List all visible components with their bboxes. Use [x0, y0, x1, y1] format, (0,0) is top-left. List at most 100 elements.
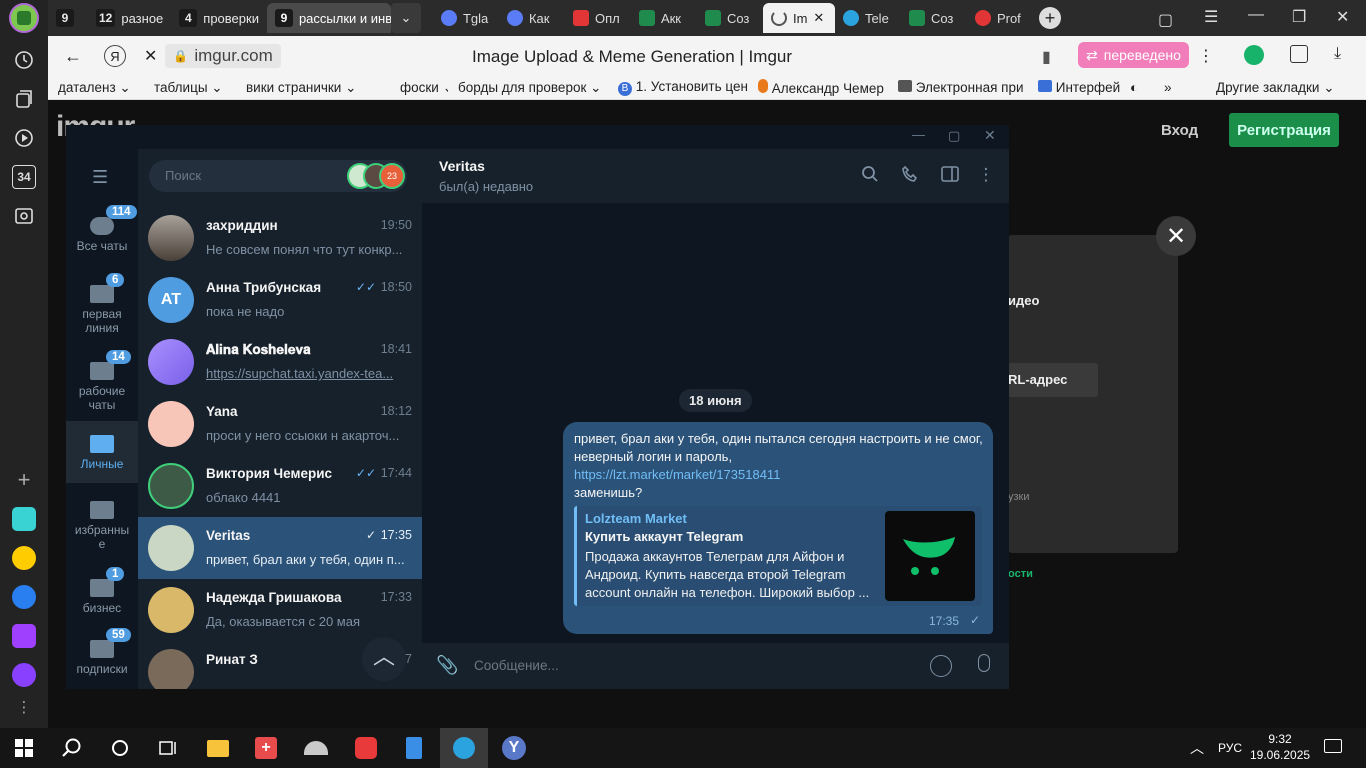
- telegram-taskbar-icon[interactable]: [440, 728, 488, 768]
- video-icon[interactable]: [12, 126, 36, 150]
- search-icon[interactable]: [48, 728, 96, 768]
- yandex-icon[interactable]: Я: [104, 45, 126, 67]
- tg-minimize-icon[interactable]: —: [912, 127, 925, 142]
- chat-item[interactable]: 𝐀𝐥𝐢𝐧𝐚 𝐊𝐨𝐬𝐡𝐞𝐥𝐞𝐯𝐚 18:41 https://supchat.ta…: [138, 331, 422, 393]
- tab-group-1[interactable]: 9: [48, 3, 88, 33]
- history-icon[interactable]: [12, 48, 36, 72]
- link-preview[interactable]: Lolzteam Market Купить аккаунт Telegram …: [574, 506, 982, 606]
- close-tab-icon[interactable]: ✕: [813, 10, 824, 26]
- bookmark-fav-icon[interactable]: ◐: [1120, 80, 1154, 95]
- tab-9[interactable]: Prof: [967, 3, 1033, 33]
- more-options-icon[interactable]: ⋮: [976, 165, 996, 185]
- message-link[interactable]: https://lzt.market/market/173518411: [574, 467, 780, 482]
- app-kinopoisk-icon[interactable]: [12, 507, 36, 531]
- folder-all-chats[interactable]: 114 Все чаты: [66, 205, 138, 277]
- collections-icon[interactable]: [12, 87, 36, 111]
- tg-close-icon[interactable]: ✕: [984, 127, 996, 144]
- bookmark-link[interactable]: Электронная при: [888, 80, 1028, 95]
- more-icon[interactable]: ⋮: [1198, 46, 1214, 66]
- attach-icon[interactable]: 📎: [436, 655, 458, 676]
- tab-groups-dropdown[interactable]: ⌄: [390, 3, 421, 33]
- other-bookmarks[interactable]: Другие закладки ⌄: [1206, 80, 1345, 96]
- folder-business[interactable]: 1 бизнес: [66, 567, 138, 629]
- extensions-icon[interactable]: [1290, 45, 1308, 63]
- sidebar-toggle-icon[interactable]: [940, 165, 960, 185]
- calendar-counter-icon[interactable]: 34: [12, 165, 36, 189]
- minimize-icon[interactable]: —: [1248, 6, 1264, 24]
- restore-icon[interactable]: ❐: [1292, 7, 1306, 27]
- chat-item-selected[interactable]: Veritas ✓ 17:35 привет, брал аки у тебя,…: [138, 517, 422, 579]
- windows-start-icon[interactable]: [0, 728, 48, 768]
- cortana-icon[interactable]: [96, 728, 144, 768]
- vivaldi-icon[interactable]: [342, 728, 390, 768]
- tg-maximize-icon[interactable]: ▢: [948, 128, 960, 144]
- close-modal-icon[interactable]: ✕: [1156, 216, 1196, 256]
- chat-item[interactable]: Виктория Чемерис ✓✓ 17:44 облако 4441: [138, 455, 422, 517]
- chat-item[interactable]: Yana 18:12 проси у него ссыоки н акарточ…: [138, 393, 422, 455]
- bookmark-folder[interactable]: борды для проверок ⌄: [448, 80, 608, 96]
- menu-dots-icon[interactable]: ⋮: [12, 695, 36, 719]
- url-field[interactable]: 🔒 imgur.com: [165, 44, 281, 68]
- stories-avatars[interactable]: 23: [347, 163, 405, 189]
- bookmark-folder[interactable]: фоски ⌄: [390, 80, 448, 96]
- tab-8[interactable]: Соз: [901, 3, 967, 33]
- message-input[interactable]: Сообщение...: [474, 658, 559, 673]
- tab-3[interactable]: Опл: [565, 3, 631, 33]
- more-bookmarks-icon[interactable]: »: [1154, 80, 1186, 95]
- login-button[interactable]: Вход: [1161, 122, 1198, 139]
- emoji-icon[interactable]: [930, 655, 952, 677]
- calculator-icon[interactable]: [390, 728, 438, 768]
- bookmark-link[interactable]: B 1. Установить цен: [608, 79, 748, 96]
- folder-subscriptions[interactable]: 59 подписки: [66, 628, 138, 690]
- bookmark-link[interactable]: Александр Чемер: [748, 79, 888, 96]
- bookmark-icon[interactable]: ▮: [1042, 47, 1051, 67]
- search-icon[interactable]: [860, 165, 880, 185]
- screenshot-icon[interactable]: [12, 204, 36, 228]
- file-explorer-icon[interactable]: [194, 728, 242, 768]
- scroll-up-button[interactable]: ︿: [362, 637, 406, 681]
- app-alice-icon[interactable]: [12, 663, 36, 687]
- language-indicator[interactable]: РУС: [1218, 741, 1242, 755]
- add-panel-icon[interactable]: +: [12, 467, 36, 492]
- tab-2[interactable]: Как: [499, 3, 565, 33]
- translated-button[interactable]: ⇄ переведено: [1078, 42, 1189, 68]
- chat-item[interactable]: Надежда Гришакова 17:33 Да, оказывается …: [138, 579, 422, 641]
- bookmark-folder[interactable]: даталенз ⌄: [48, 80, 144, 96]
- hamburger-menu-icon[interactable]: ☰: [92, 167, 112, 188]
- tab-7[interactable]: Tele: [835, 3, 901, 33]
- sync-icon[interactable]: [1244, 45, 1264, 65]
- notifications-icon[interactable]: [1324, 739, 1342, 753]
- folder-personal[interactable]: Личные: [66, 421, 138, 483]
- clock[interactable]: 9:32 19.06.2025: [1250, 731, 1310, 763]
- microphone-icon[interactable]: [978, 654, 990, 672]
- new-tab-button[interactable]: +: [1038, 7, 1061, 29]
- tray-expand-icon[interactable]: ︿: [1190, 738, 1204, 758]
- tab-4[interactable]: Акк: [631, 3, 697, 33]
- browser-logo-icon[interactable]: [9, 3, 39, 33]
- app-messenger-icon[interactable]: [12, 624, 36, 648]
- folder-favorites[interactable]: избранные: [66, 501, 138, 571]
- tab-current[interactable]: Im ✕: [762, 3, 835, 33]
- close-window-icon[interactable]: ✕: [1336, 7, 1349, 27]
- tab-group-3[interactable]: 4 проверки: [171, 3, 267, 33]
- tab-group-4[interactable]: 9 рассылки и инв: [266, 3, 391, 33]
- register-button[interactable]: Регистрация: [1229, 113, 1339, 147]
- chat-item[interactable]: захриддин 19:50 Не совсем понял что тут …: [138, 207, 422, 269]
- message-bubble[interactable]: привет, брал аки у тебя, один пытался се…: [563, 422, 993, 634]
- app-cloud-icon[interactable]: [12, 585, 36, 609]
- stop-icon[interactable]: ✕: [144, 46, 157, 66]
- phone-icon[interactable]: [900, 165, 920, 185]
- bookmark-folder[interactable]: таблицы ⌄: [144, 80, 236, 96]
- app-umbrella-icon[interactable]: [292, 728, 340, 768]
- bookmark-folder[interactable]: вики странички ⌄: [236, 80, 390, 96]
- tab-1[interactable]: Tgla: [433, 3, 499, 33]
- app-red-cross-icon[interactable]: +: [242, 728, 290, 768]
- url-button[interactable]: RL-адрес: [1008, 363, 1098, 397]
- folder-first-line[interactable]: 6 первая линия: [66, 273, 138, 355]
- chat-item[interactable]: AT Анна Трибунская ✓✓ 18:50 пока не надо: [138, 269, 422, 331]
- bookmark-link[interactable]: Интерфей: [1028, 80, 1120, 95]
- tab-group-2[interactable]: 12 разное: [88, 3, 171, 33]
- task-view-icon[interactable]: [144, 728, 192, 768]
- chat-title[interactable]: Veritas: [439, 158, 485, 174]
- tab-5[interactable]: Соз: [697, 3, 763, 33]
